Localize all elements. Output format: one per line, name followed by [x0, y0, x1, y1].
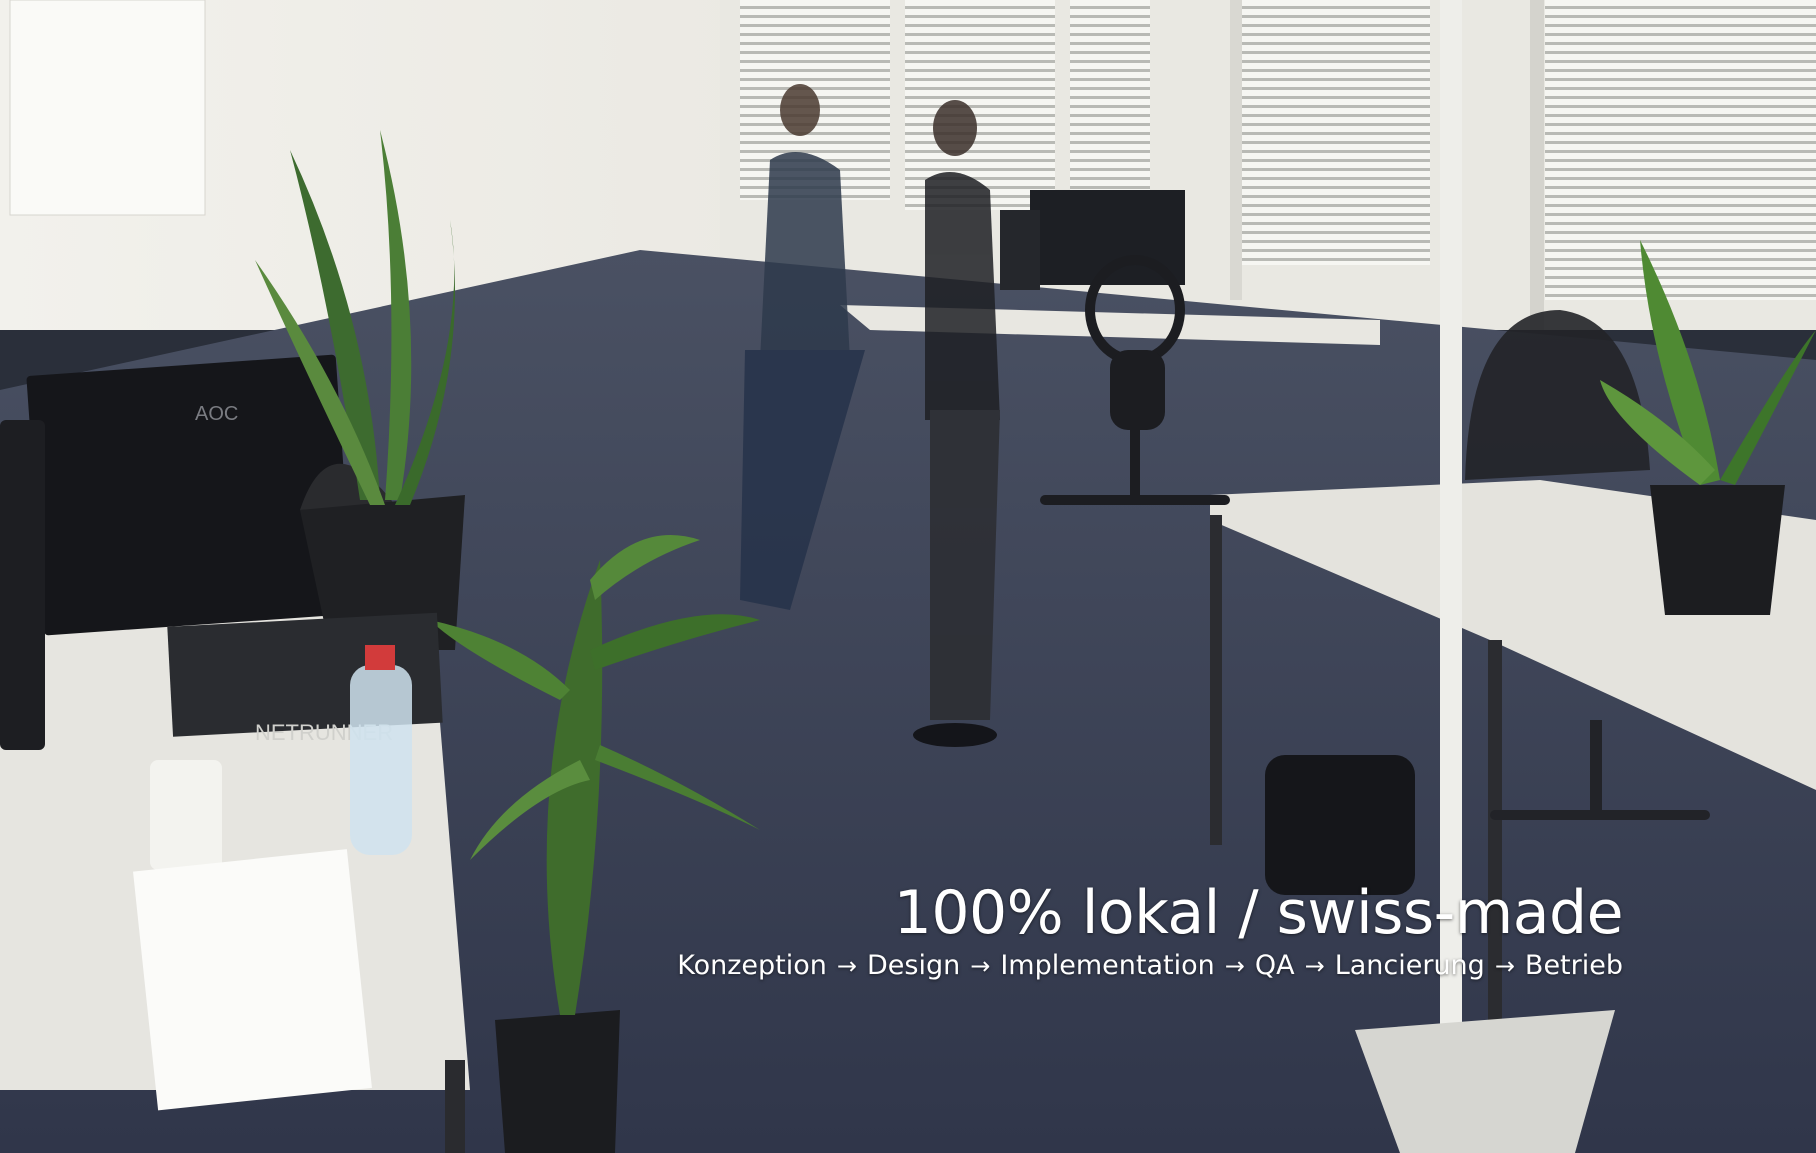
- whiteboard: [9, 0, 206, 216]
- notepad: [133, 849, 372, 1111]
- arrow-icon: →: [1224, 952, 1245, 981]
- waste-bin: [1265, 755, 1415, 895]
- step-lancierung: Lancierung: [1334, 950, 1485, 982]
- step-design: Design: [866, 950, 961, 982]
- aoc-logo: AOC: [195, 403, 238, 425]
- step-konzeption: Konzeption: [677, 950, 827, 982]
- arrow-icon: →: [1494, 952, 1515, 981]
- arrow-icon: →: [1304, 952, 1325, 981]
- marketing-overlay: 100% lokal / swiss-made Konzeption → Desig…: [677, 883, 1623, 981]
- aoc-monitor: [26, 354, 354, 636]
- arrow-icon: →: [836, 952, 857, 981]
- step-qa: QA: [1254, 950, 1295, 982]
- headline: 100% lokal / swiss-made: [893, 878, 1624, 949]
- process-steps: Konzeption → Design → Implementation → QA → Lanc…: [677, 951, 1623, 981]
- arrow-icon: →: [970, 952, 991, 981]
- step-betrieb: Betrieb: [1524, 950, 1623, 982]
- step-implementation: Implementation: [1000, 950, 1215, 982]
- water-bottle: [350, 665, 412, 855]
- mug: [150, 760, 222, 870]
